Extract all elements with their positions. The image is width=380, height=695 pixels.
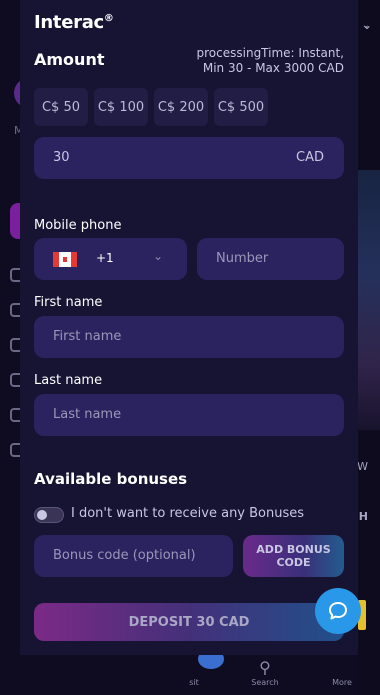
- last-name-input[interactable]: Last name: [34, 394, 344, 436]
- first-name-label: First name: [34, 295, 103, 310]
- mobile-phone-label: Mobile phone: [34, 218, 122, 233]
- chevron-down-icon: ⌄: [153, 249, 164, 263]
- chat-support-button[interactable]: [315, 588, 361, 634]
- bonus-code-input[interactable]: Bonus code (optional): [34, 535, 233, 577]
- close-icon[interactable]: ⌄: [362, 18, 372, 32]
- nav-item-more[interactable]: More: [322, 678, 362, 687]
- background-banner-image: [358, 170, 380, 430]
- processing-info: processingTime: Instant, Min 30 - Max 30…: [184, 46, 344, 76]
- add-bonus-code-button[interactable]: ADD BONUS CODE: [243, 535, 344, 577]
- first-name-input[interactable]: First name: [34, 316, 344, 358]
- deposit-button[interactable]: DEPOSIT 30 CAD: [34, 603, 344, 641]
- amount-presets: C$ 50 C$ 100 C$ 200 C$ 500: [34, 88, 268, 126]
- processing-time: processingTime: Instant,: [196, 46, 344, 60]
- canada-flag-icon: [53, 252, 77, 267]
- bonuses-heading: Available bonuses: [34, 470, 188, 488]
- nav-item-deposit[interactable]: sit: [174, 678, 214, 687]
- deposit-modal: Interac® ⌄ Amount processingTime: Instan…: [20, 0, 372, 655]
- first-name-placeholder: First name: [53, 329, 122, 344]
- preset-200-button[interactable]: C$ 200: [154, 88, 208, 126]
- country-code-select[interactable]: +1 ⌄: [34, 238, 187, 280]
- phone-row: +1 ⌄ Number: [34, 238, 344, 280]
- bonus-code-placeholder: Bonus code (optional): [53, 548, 196, 563]
- nav-label: Search: [251, 678, 279, 687]
- registered-mark: ®: [103, 13, 114, 24]
- background-letter-h: H: [358, 510, 368, 523]
- search-icon: ⚲: [259, 658, 271, 677]
- phone-number-input[interactable]: Number: [197, 238, 344, 280]
- nav-label: sit: [189, 678, 199, 687]
- currency-label: CAD: [296, 150, 324, 165]
- nav-label: More: [332, 678, 352, 687]
- min-max-limits: Min 30 - Max 3000 CAD: [202, 61, 344, 75]
- title-text: Interac: [34, 12, 104, 33]
- no-bonus-toggle[interactable]: [34, 507, 64, 523]
- modal-title: Interac®: [34, 12, 114, 33]
- nav-item-search[interactable]: ⚲ Search: [245, 658, 285, 687]
- no-bonus-label: I don't want to receive any Bonuses: [71, 506, 305, 521]
- chat-bubble-icon: [329, 602, 347, 620]
- last-name-label: Last name: [34, 373, 103, 388]
- amount-value: 30: [53, 150, 70, 165]
- background-letter-w: W: [357, 460, 368, 473]
- preset-100-button[interactable]: C$ 100: [94, 88, 148, 126]
- preset-500-button[interactable]: C$ 500: [214, 88, 268, 126]
- amount-heading: Amount: [34, 50, 105, 69]
- amount-input[interactable]: 30 CAD: [34, 137, 344, 179]
- last-name-placeholder: Last name: [53, 407, 122, 422]
- country-code-value: +1: [96, 251, 114, 265]
- preset-50-button[interactable]: C$ 50: [34, 88, 88, 126]
- phone-number-placeholder: Number: [216, 251, 269, 266]
